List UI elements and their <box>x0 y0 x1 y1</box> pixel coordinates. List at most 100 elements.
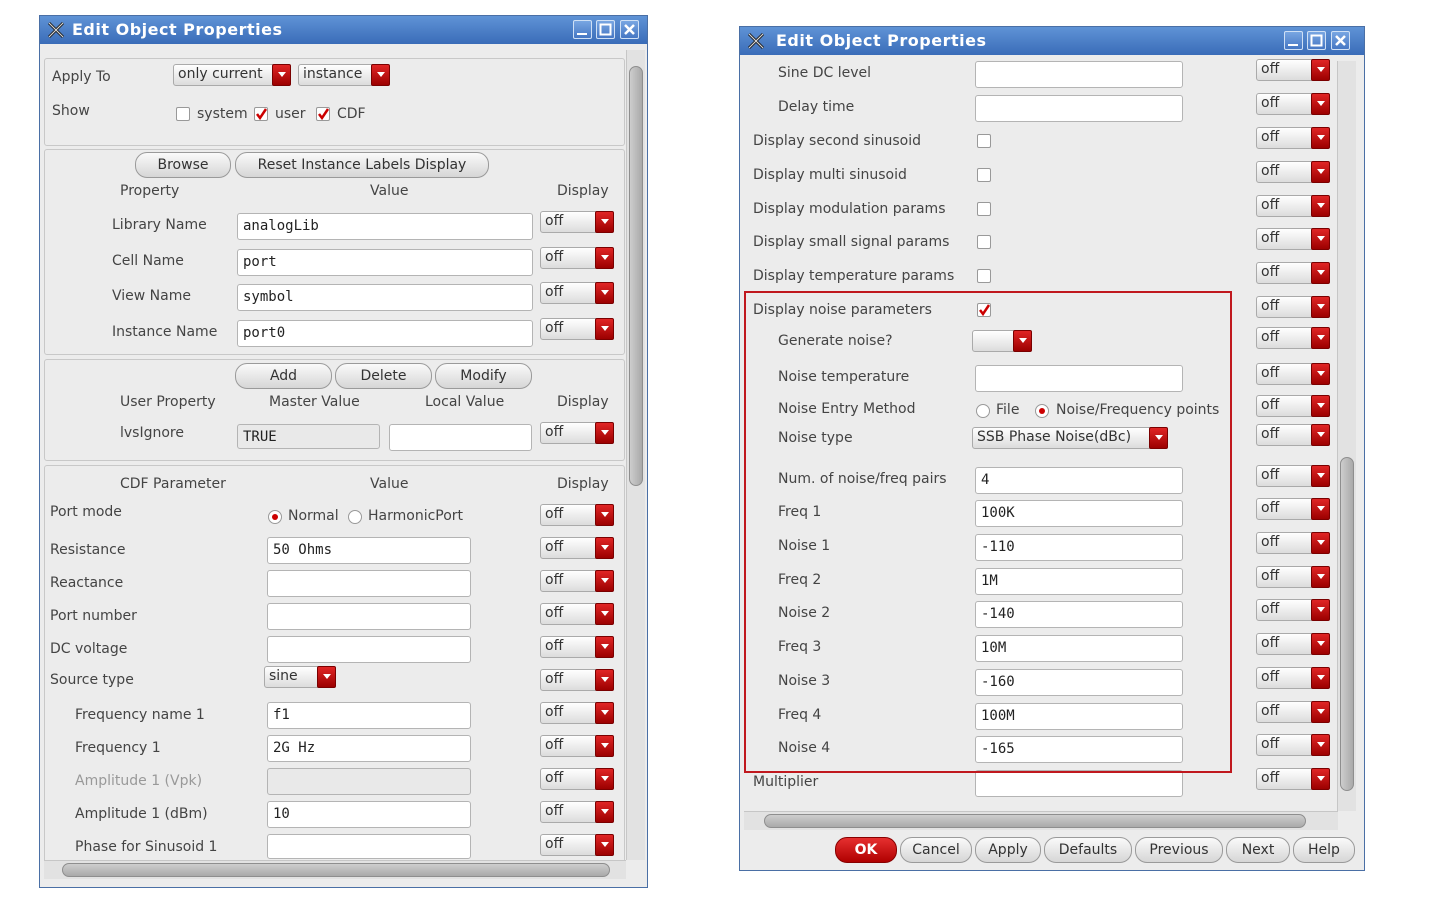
frequency-name-field[interactable]: f1 <box>267 702 471 729</box>
property-value-field[interactable]: symbol <box>237 284 533 311</box>
display-combo[interactable]: off <box>1256 498 1330 520</box>
display-combo[interactable]: off <box>1256 465 1330 487</box>
left-titlebar[interactable]: Edit Object Properties <box>40 16 647 44</box>
display-combo[interactable]: off <box>1256 734 1330 756</box>
parameter-field[interactable] <box>975 61 1183 88</box>
property-value-field[interactable]: port <box>237 248 533 276</box>
parameter-field[interactable] <box>975 770 1183 797</box>
display-combo[interactable]: off <box>1256 262 1330 284</box>
reset-labels-button[interactable]: Reset Instance Labels Display <box>235 152 489 178</box>
system-checkbox[interactable] <box>176 107 190 121</box>
minimize-icon[interactable] <box>573 20 592 39</box>
minimize-icon[interactable] <box>1284 31 1303 50</box>
display-combo[interactable]: off <box>540 282 614 304</box>
parameter-checkbox[interactable] <box>977 235 991 249</box>
right-vertical-scrollbar[interactable] <box>1337 61 1356 811</box>
display-combo[interactable]: off <box>540 211 614 233</box>
chevron-down-icon <box>1311 768 1330 790</box>
display-combo[interactable]: off <box>1256 701 1330 723</box>
maximize-icon[interactable] <box>596 20 615 39</box>
display-combo[interactable]: off <box>540 570 614 592</box>
close-icon[interactable] <box>1331 31 1350 50</box>
display-combo[interactable]: off <box>540 669 614 691</box>
cancel-button[interactable]: Cancel <box>900 837 972 863</box>
display-combo[interactable]: off <box>540 317 614 340</box>
add-button[interactable]: Add <box>235 363 332 389</box>
user-prop-display-combo[interactable]: off <box>540 422 614 444</box>
parameter-field[interactable] <box>975 95 1183 122</box>
delete-button[interactable]: Delete <box>335 363 432 389</box>
display-combo[interactable]: off <box>1256 395 1330 417</box>
display-combo[interactable]: off <box>540 702 614 724</box>
right-horizontal-scrollbar[interactable] <box>744 811 1338 830</box>
resistance-label: Resistance <box>50 542 126 558</box>
display-combo[interactable]: off <box>1256 59 1330 81</box>
display-combo[interactable]: off <box>540 636 614 658</box>
amplitude-dbm-field[interactable]: 10 <box>267 801 471 828</box>
browse-button[interactable]: Browse <box>135 152 231 178</box>
display-combo[interactable]: off <box>1256 195 1330 217</box>
parameter-label: Sine DC level <box>778 65 872 81</box>
right-dialog: Edit Object Properties Sine DC level off D… <box>739 26 1365 871</box>
display-combo[interactable]: off <box>540 735 614 757</box>
display-combo[interactable]: off <box>1256 633 1330 655</box>
display-combo[interactable]: off <box>1256 327 1330 349</box>
display-combo[interactable]: off <box>1256 161 1330 183</box>
frequency-1-field[interactable]: 2G Hz <box>267 735 471 762</box>
display-combo[interactable]: off <box>540 834 614 856</box>
left-vertical-scrollbar[interactable] <box>626 50 645 860</box>
source-type-combo[interactable]: sine <box>264 666 336 688</box>
display-combo[interactable]: off <box>540 768 614 790</box>
user-checkbox[interactable] <box>254 107 268 121</box>
display-combo[interactable]: off <box>540 537 614 559</box>
display-combo[interactable]: off <box>1256 532 1330 554</box>
display-combo[interactable]: off <box>1256 228 1330 250</box>
display-combo[interactable]: off <box>1256 424 1330 446</box>
phase-field[interactable] <box>267 834 471 859</box>
parameter-checkbox[interactable] <box>977 269 991 283</box>
defaults-button[interactable]: Defaults <box>1044 837 1132 863</box>
parameter-checkbox[interactable] <box>977 168 991 182</box>
display-combo[interactable]: off <box>1256 768 1330 790</box>
parameter-checkbox[interactable] <box>977 134 991 148</box>
left-horizontal-scrollbar[interactable] <box>44 860 626 879</box>
display-combo[interactable]: off <box>540 603 614 625</box>
next-button[interactable]: Next <box>1226 837 1290 863</box>
close-icon[interactable] <box>620 20 639 39</box>
harmonic-radio[interactable] <box>348 510 362 524</box>
scroll-thumb[interactable] <box>764 814 1306 828</box>
right-titlebar[interactable]: Edit Object Properties <box>740 27 1364 55</box>
display-combo[interactable]: off <box>1256 93 1330 115</box>
display-combo[interactable]: off <box>540 246 614 269</box>
property-value-field[interactable]: analogLib <box>237 213 533 240</box>
apply-button[interactable]: Apply <box>975 837 1041 863</box>
reactance-field[interactable] <box>267 570 471 597</box>
scope-combo[interactable]: instance <box>298 64 390 86</box>
display-combo[interactable]: off <box>1256 296 1330 318</box>
display-combo[interactable]: off <box>540 801 614 823</box>
display-combo[interactable]: off <box>540 504 614 526</box>
display-combo[interactable]: off <box>1256 566 1330 588</box>
chevron-down-icon <box>595 801 614 823</box>
normal-radio[interactable] <box>268 510 282 524</box>
previous-button[interactable]: Previous <box>1135 837 1223 863</box>
modify-button[interactable]: Modify <box>435 363 532 389</box>
display-combo[interactable]: off <box>1256 127 1330 149</box>
cdf-checkbox[interactable] <box>316 107 330 121</box>
scroll-thumb[interactable] <box>1340 457 1354 791</box>
ok-button[interactable]: OK <box>835 837 897 863</box>
display-combo[interactable]: off <box>1256 363 1330 385</box>
parameter-checkbox[interactable] <box>977 202 991 216</box>
resistance-field[interactable]: 50 Ohms <box>267 537 471 564</box>
display-combo[interactable]: off <box>1256 599 1330 621</box>
help-button[interactable]: Help <box>1293 837 1355 863</box>
property-value-field[interactable]: port0 <box>237 319 533 347</box>
port-number-field[interactable] <box>267 603 471 630</box>
maximize-icon[interactable] <box>1307 31 1326 50</box>
apply-to-combo[interactable]: only current <box>173 64 291 86</box>
display-combo[interactable]: off <box>1256 667 1330 689</box>
local-value-field[interactable] <box>389 424 532 451</box>
dc-voltage-field[interactable] <box>267 636 471 663</box>
scroll-thumb[interactable] <box>629 66 643 486</box>
scroll-thumb[interactable] <box>62 863 610 877</box>
